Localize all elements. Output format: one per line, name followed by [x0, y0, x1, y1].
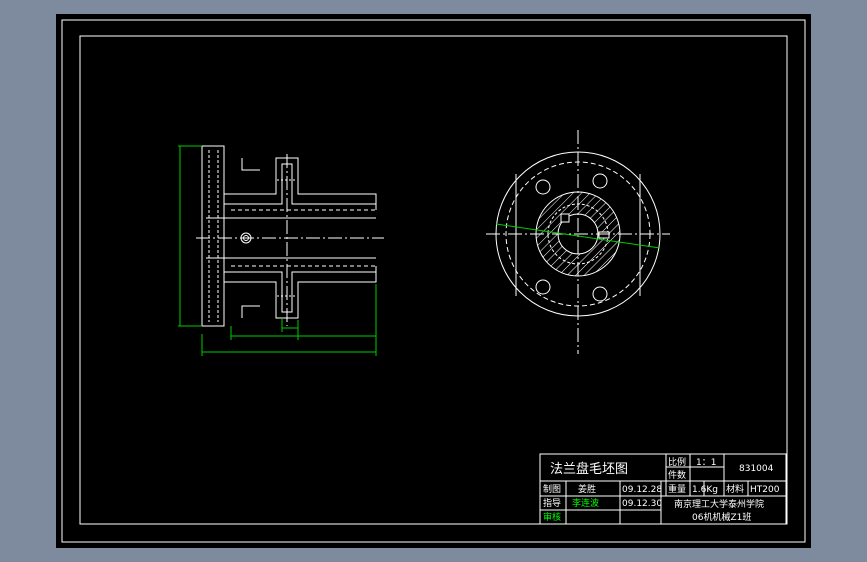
- drawing-number: 831004: [739, 464, 774, 474]
- cad-drawing: 法兰盘毛坯图 比例 1：1 件数 831004 重量 1.6Kg 材料 HT20…: [61, 19, 806, 543]
- material-value: HT200: [750, 485, 780, 495]
- scale-value: 1：1: [696, 458, 716, 468]
- scale-label: 比例: [668, 456, 686, 468]
- bolt-hole-3: [535, 279, 551, 295]
- drawing-frame: [79, 35, 788, 525]
- drawing-title: 法兰盘毛坯图: [550, 461, 628, 477]
- school-name: 南京理工大学泰州学院: [674, 498, 764, 510]
- weight-value: 1.6Kg: [692, 485, 718, 495]
- guide-label: 指导: [543, 497, 561, 509]
- guide-name: 李连波: [572, 497, 599, 509]
- drawn-date: 09.12.28: [622, 485, 662, 495]
- front-view: [486, 130, 670, 354]
- bolt-hole-1: [535, 179, 551, 195]
- bolt-hole-2: [592, 173, 608, 189]
- guide-date: 09.12.30: [622, 499, 662, 509]
- drawing-sheet: 法兰盘毛坯图 比例 1：1 件数 831004 重量 1.6Kg 材料 HT20…: [56, 14, 811, 548]
- flange-profile: [201, 145, 225, 327]
- count-label: 件数: [668, 469, 686, 481]
- drawn-label: 制图: [543, 483, 561, 495]
- drawn-name: 姜胜: [578, 483, 596, 495]
- bolt-hole-4: [592, 286, 608, 302]
- class-name: 06机机械Z1班: [692, 511, 751, 523]
- weight-label: 重量: [668, 483, 686, 495]
- side-view: [196, 145, 384, 327]
- sheet-border-outer: [61, 19, 806, 543]
- material-label: 材料: [726, 483, 744, 495]
- review-label: 审核: [543, 511, 561, 523]
- side-view-dimensions: [178, 145, 377, 356]
